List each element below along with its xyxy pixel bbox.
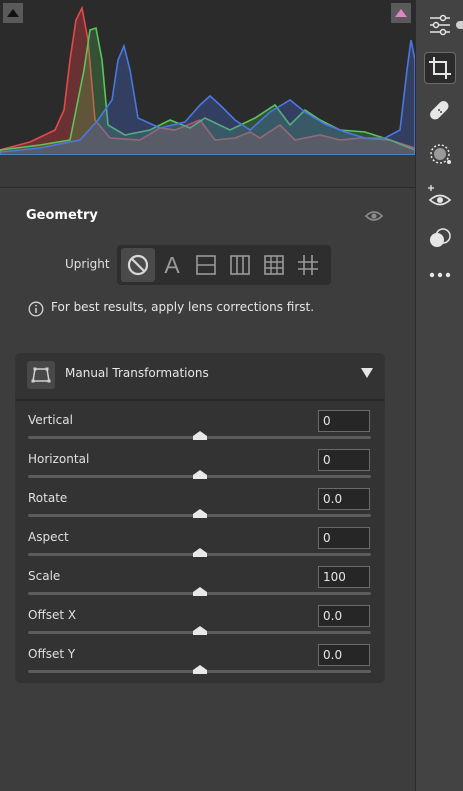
manual-transformations-header[interactable]: Manual Transformations bbox=[15, 353, 385, 401]
histogram-graph bbox=[0, 5, 415, 155]
manual-transformations-panel: Manual Transformations Vertical 0 Horizont… bbox=[15, 353, 385, 683]
slider-label: Vertical bbox=[28, 413, 73, 427]
slider-label: Offset X bbox=[28, 608, 77, 622]
shadow-clipping-toggle[interactable] bbox=[3, 3, 23, 23]
eye-icon bbox=[364, 211, 384, 221]
tool-presets[interactable] bbox=[425, 223, 455, 253]
edit-panel: Geometry Upright A For best results, app… bbox=[0, 0, 415, 791]
slider-value-input[interactable]: 0 bbox=[318, 449, 370, 471]
slider-label: Scale bbox=[28, 569, 61, 583]
slider-thumb[interactable] bbox=[192, 587, 207, 596]
tool-red-eye[interactable] bbox=[425, 182, 455, 212]
upright-vertical-button[interactable] bbox=[223, 248, 257, 282]
slider-value-input[interactable]: 100 bbox=[318, 566, 370, 588]
slider-thumb[interactable] bbox=[192, 470, 207, 479]
histogram bbox=[0, 0, 415, 155]
histogram-info-bar bbox=[0, 155, 415, 188]
visibility-toggle[interactable] bbox=[364, 208, 384, 224]
slider-label: Aspect bbox=[28, 530, 69, 544]
manual-transformations-title: Manual Transformations bbox=[65, 366, 209, 380]
slider-value-input[interactable]: 0 bbox=[318, 410, 370, 432]
shadow-clip-icon bbox=[7, 9, 19, 17]
sliders-icon bbox=[430, 14, 450, 36]
upright-auto-button[interactable]: A bbox=[155, 248, 189, 282]
tool-masking[interactable] bbox=[425, 139, 455, 169]
slider-thumb[interactable] bbox=[192, 626, 207, 635]
vertical-icon bbox=[230, 255, 250, 275]
upright-level-button[interactable] bbox=[189, 248, 223, 282]
slider-label: Horizontal bbox=[28, 452, 90, 466]
slider-offset-x: Offset X 0.0 bbox=[15, 605, 385, 646]
mask-icon bbox=[430, 144, 451, 164]
tool-strip bbox=[415, 0, 463, 791]
slider-label: Rotate bbox=[28, 491, 68, 505]
slider-thumb[interactable] bbox=[192, 509, 207, 518]
info-message: For best results, apply lens corrections… bbox=[51, 300, 315, 314]
upright-off-button[interactable] bbox=[121, 248, 155, 282]
slider-vertical: Vertical 0 bbox=[15, 410, 385, 451]
section-title-geometry: Geometry bbox=[26, 208, 98, 223]
bandage-icon bbox=[430, 101, 449, 120]
level-icon bbox=[196, 255, 216, 275]
crop-icon bbox=[429, 57, 451, 79]
slider-thumb[interactable] bbox=[192, 548, 207, 557]
upright-full-button[interactable] bbox=[257, 248, 291, 282]
slider-thumb[interactable] bbox=[192, 665, 207, 674]
more-icon bbox=[429, 272, 451, 278]
full-grid-icon bbox=[264, 255, 284, 275]
slider-thumb[interactable] bbox=[192, 431, 207, 440]
slider-value-input[interactable]: 0.0 bbox=[318, 644, 370, 666]
upright-guided-button[interactable] bbox=[291, 248, 325, 282]
slider-aspect: Aspect 0 bbox=[15, 527, 385, 568]
highlight-clipping-toggle[interactable] bbox=[391, 3, 411, 23]
slider-value-input[interactable]: 0 bbox=[318, 527, 370, 549]
presets-icon bbox=[430, 228, 451, 247]
upright-label: Upright bbox=[65, 257, 110, 271]
transform-icon bbox=[27, 361, 55, 389]
red-eye-icon bbox=[428, 185, 452, 206]
slider-label: Offset Y bbox=[28, 647, 76, 661]
highlight-clip-icon bbox=[395, 9, 407, 17]
chevron-down-icon[interactable] bbox=[360, 367, 374, 379]
info-icon bbox=[28, 301, 44, 317]
panel-resize-handle[interactable] bbox=[456, 21, 463, 29]
tool-more[interactable] bbox=[425, 260, 455, 290]
letter-a-icon: A bbox=[164, 251, 180, 278]
slider-scale: Scale 100 bbox=[15, 566, 385, 607]
slider-horizontal: Horizontal 0 bbox=[15, 449, 385, 490]
upright-mode-group: A bbox=[117, 245, 331, 285]
slider-rotate: Rotate 0.0 bbox=[15, 488, 385, 529]
tool-edit[interactable] bbox=[425, 10, 455, 40]
tool-healing[interactable] bbox=[425, 96, 455, 126]
slider-offset-y: Offset Y 0.0 bbox=[15, 644, 385, 685]
no-symbol-icon bbox=[127, 254, 149, 276]
tool-crop[interactable] bbox=[424, 52, 456, 84]
slider-value-input[interactable]: 0.0 bbox=[318, 605, 370, 627]
guided-crosshair-icon bbox=[298, 255, 318, 275]
slider-value-input[interactable]: 0.0 bbox=[318, 488, 370, 510]
